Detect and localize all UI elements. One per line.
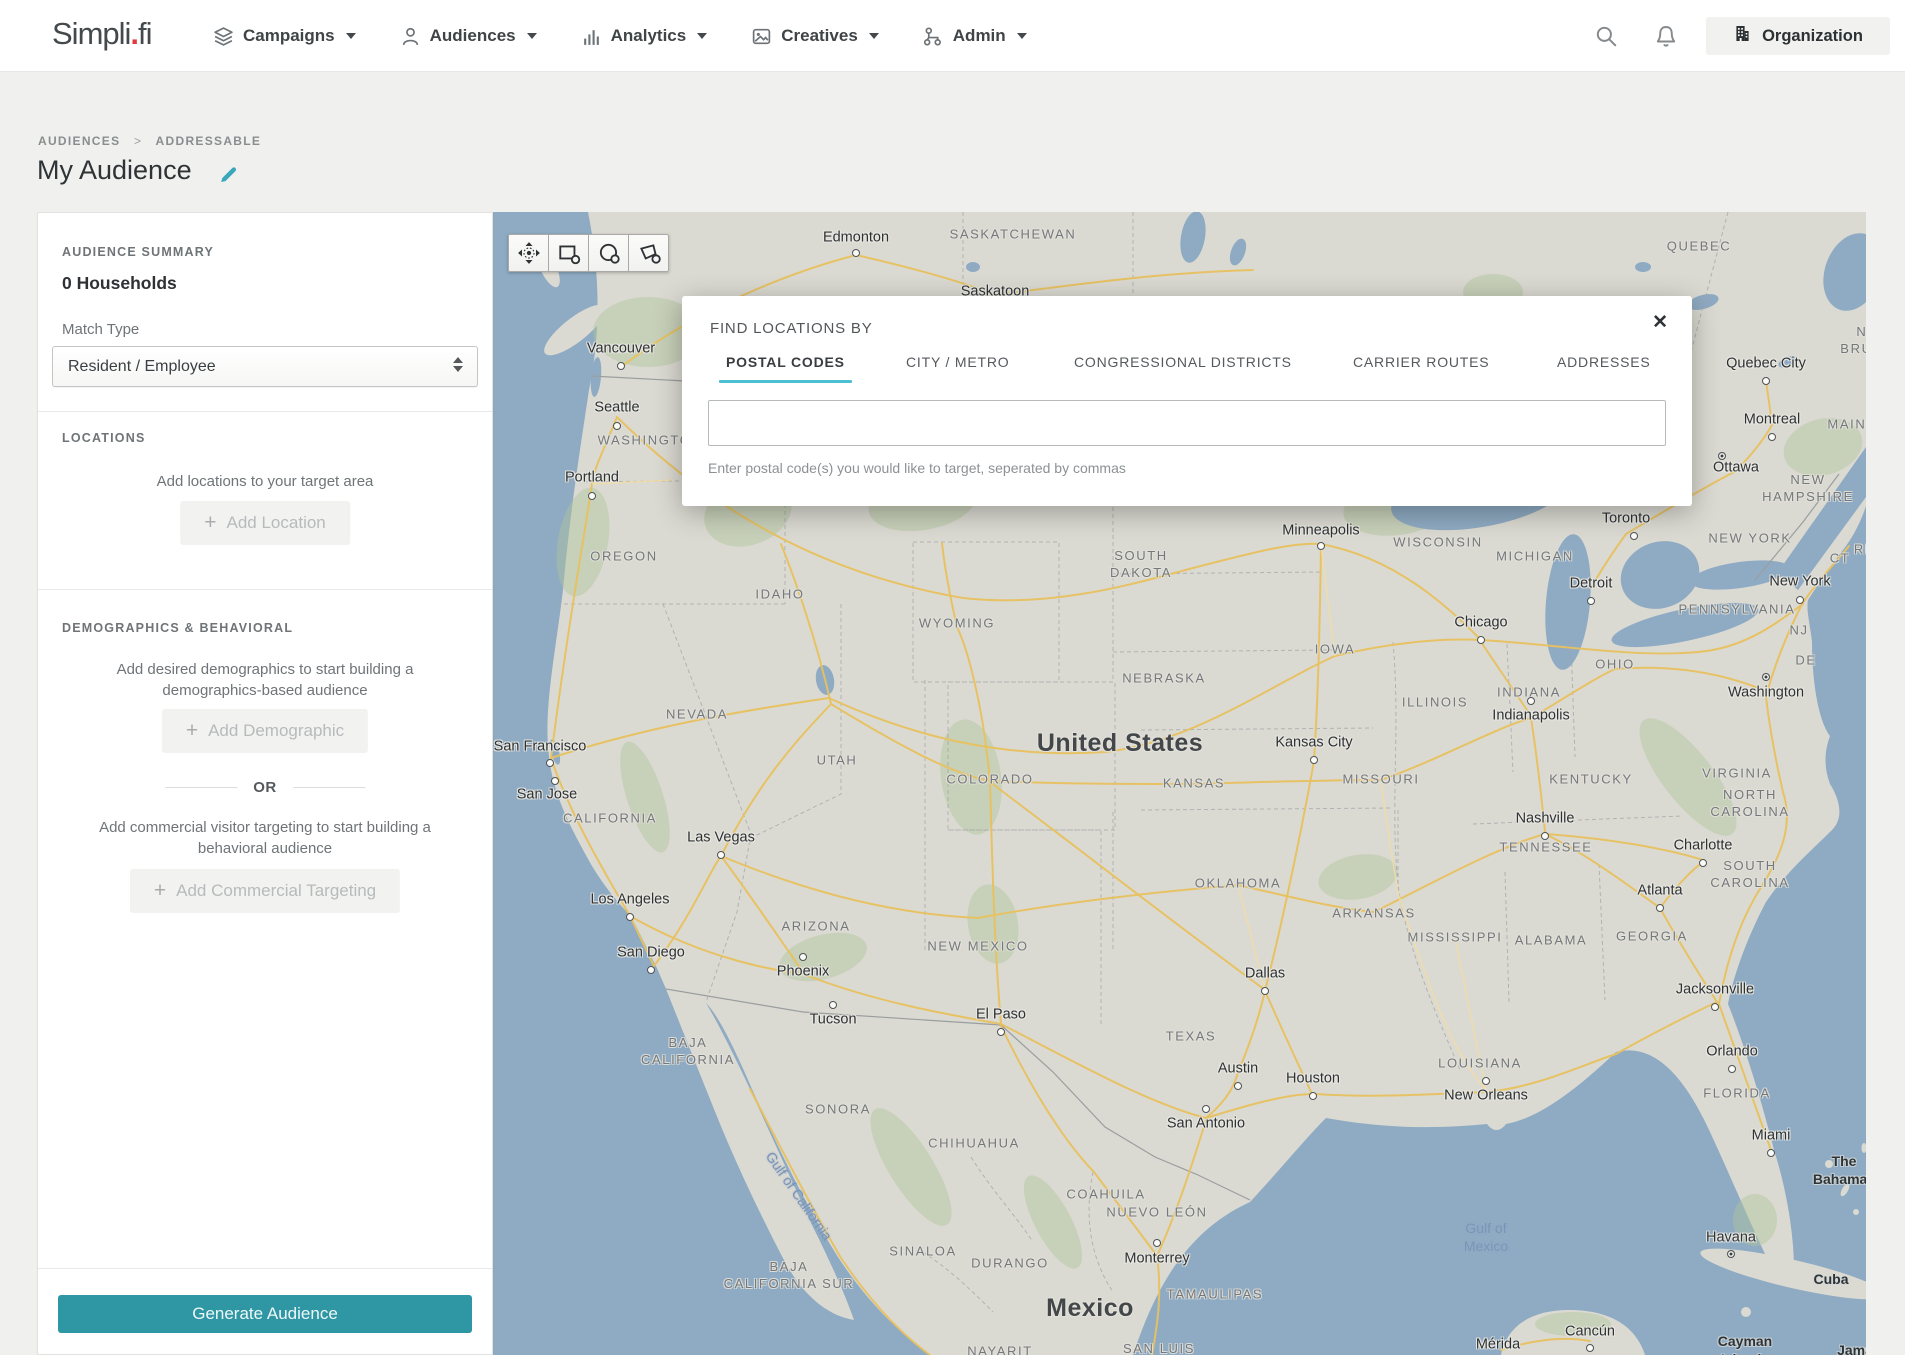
match-type-value: Resident / Employee xyxy=(68,358,216,376)
circle-tool-button[interactable] xyxy=(588,234,629,272)
person-icon xyxy=(400,26,421,47)
page-title: My Audience xyxy=(37,155,192,186)
plus-icon: + xyxy=(204,511,216,535)
nav-admin[interactable]: Admin xyxy=(923,26,1027,47)
chevron-down-icon xyxy=(869,33,879,39)
or-divider: OR xyxy=(165,779,365,796)
chevron-down-icon xyxy=(697,33,707,39)
pan-icon xyxy=(517,241,541,265)
tab-carrier-routes[interactable]: CARRIER ROUTES xyxy=(1353,354,1489,370)
polygon-tool-button[interactable] xyxy=(628,234,669,272)
behavioral-hint: Add commercial visitor targeting to star… xyxy=(89,817,441,859)
layers-icon xyxy=(213,26,234,47)
modal-helper-text: Enter postal code(s) you would like to t… xyxy=(708,460,1126,476)
tab-postal-codes[interactable]: POSTAL CODES xyxy=(726,354,845,370)
breadcrumb-addressable[interactable]: ADDRESSABLE xyxy=(156,134,262,148)
locations-heading: LOCATIONS xyxy=(62,431,145,445)
demographics-heading: DEMOGRAPHICS & BEHAVIORAL xyxy=(62,621,293,635)
bell-icon[interactable] xyxy=(1654,24,1678,53)
nav-label: Campaigns xyxy=(243,26,335,46)
tab-congressional-districts[interactable]: CONGRESSIONAL DISTRICTS xyxy=(1074,354,1292,370)
chevron-down-icon xyxy=(527,33,537,39)
add-location-button[interactable]: + Add Location xyxy=(180,501,350,545)
tab-addresses[interactable]: ADDRESSES xyxy=(1557,354,1651,370)
match-type-select[interactable]: Resident / Employee xyxy=(52,346,478,387)
nav-analytics[interactable]: Analytics xyxy=(581,26,708,47)
main-nav: Campaigns Audiences Analytics Creatives … xyxy=(213,0,1027,72)
organization-button[interactable]: Organization xyxy=(1706,17,1890,55)
breadcrumb: AUDIENCES > ADDRESSABLE xyxy=(38,134,261,148)
nav-audiences[interactable]: Audiences xyxy=(400,26,537,47)
logo-text-2: fi xyxy=(138,16,152,51)
nav-label: Admin xyxy=(953,26,1006,46)
demographics-hint: Add desired demographics to start buildi… xyxy=(94,659,436,701)
top-nav-bar: Simpli.fi Campaigns Audiences Analytics … xyxy=(0,0,1905,72)
organization-label: Organization xyxy=(1762,27,1863,46)
divider xyxy=(38,1268,492,1269)
search-icon[interactable] xyxy=(1594,24,1618,53)
org-chart-icon xyxy=(923,26,944,47)
close-icon[interactable]: ✕ xyxy=(1652,311,1668,334)
add-location-label: Add Location xyxy=(227,513,326,533)
match-type-label: Match Type xyxy=(62,321,139,338)
chevron-down-icon xyxy=(346,33,356,39)
nav-campaigns[interactable]: Campaigns xyxy=(213,26,356,47)
bar-chart-icon xyxy=(581,26,602,47)
polygon-draw-icon xyxy=(637,241,661,265)
image-icon xyxy=(751,26,772,47)
rectangle-draw-icon xyxy=(557,241,581,265)
divider-line xyxy=(293,787,365,788)
nav-creatives[interactable]: Creatives xyxy=(751,26,879,47)
locations-hint: Add locations to your target area xyxy=(90,471,440,492)
logo-text: Simpli xyxy=(52,16,130,51)
add-demographic-label: Add Demographic xyxy=(208,721,344,741)
audience-summary-heading: AUDIENCE SUMMARY xyxy=(62,245,214,259)
divider xyxy=(38,589,492,590)
pan-tool-button[interactable] xyxy=(508,234,549,272)
divider xyxy=(38,411,492,412)
logo-dot: . xyxy=(130,16,138,51)
breadcrumb-separator: > xyxy=(134,134,142,148)
select-arrows-icon xyxy=(453,357,463,372)
nav-label: Creatives xyxy=(781,26,858,46)
nav-label: Analytics xyxy=(611,26,687,46)
or-label: OR xyxy=(253,779,277,796)
map-toolbar xyxy=(508,234,669,272)
generate-audience-button[interactable]: Generate Audience xyxy=(58,1295,472,1333)
add-commercial-targeting-label: Add Commercial Targeting xyxy=(176,881,376,901)
audience-builder-panel: AUDIENCE SUMMARY 0 Households Match Type… xyxy=(37,212,493,1355)
modal-title: FIND LOCATIONS BY xyxy=(710,320,873,337)
households-count: 0 Households xyxy=(62,273,177,294)
circle-draw-icon xyxy=(597,241,621,265)
building-icon xyxy=(1733,24,1752,48)
modal-tabs: POSTAL CODES CITY / METRO CONGRESSIONAL … xyxy=(682,354,1692,386)
add-demographic-button[interactable]: + Add Demographic xyxy=(162,709,368,753)
plus-icon: + xyxy=(154,879,166,903)
postal-codes-input[interactable] xyxy=(708,400,1666,446)
find-locations-modal: FIND LOCATIONS BY ✕ POSTAL CODES CITY / … xyxy=(682,296,1692,506)
add-commercial-targeting-button[interactable]: + Add Commercial Targeting xyxy=(130,869,400,913)
plus-icon: + xyxy=(186,719,198,743)
breadcrumb-audiences[interactable]: AUDIENCES xyxy=(38,134,120,148)
chevron-down-icon xyxy=(1017,33,1027,39)
tab-city-metro[interactable]: CITY / METRO xyxy=(906,354,1009,370)
simplifi-logo[interactable]: Simpli.fi xyxy=(52,16,152,52)
edit-pencil-icon[interactable] xyxy=(218,164,239,190)
rectangle-tool-button[interactable] xyxy=(548,234,589,272)
nav-label: Audiences xyxy=(430,26,516,46)
divider-line xyxy=(165,787,237,788)
